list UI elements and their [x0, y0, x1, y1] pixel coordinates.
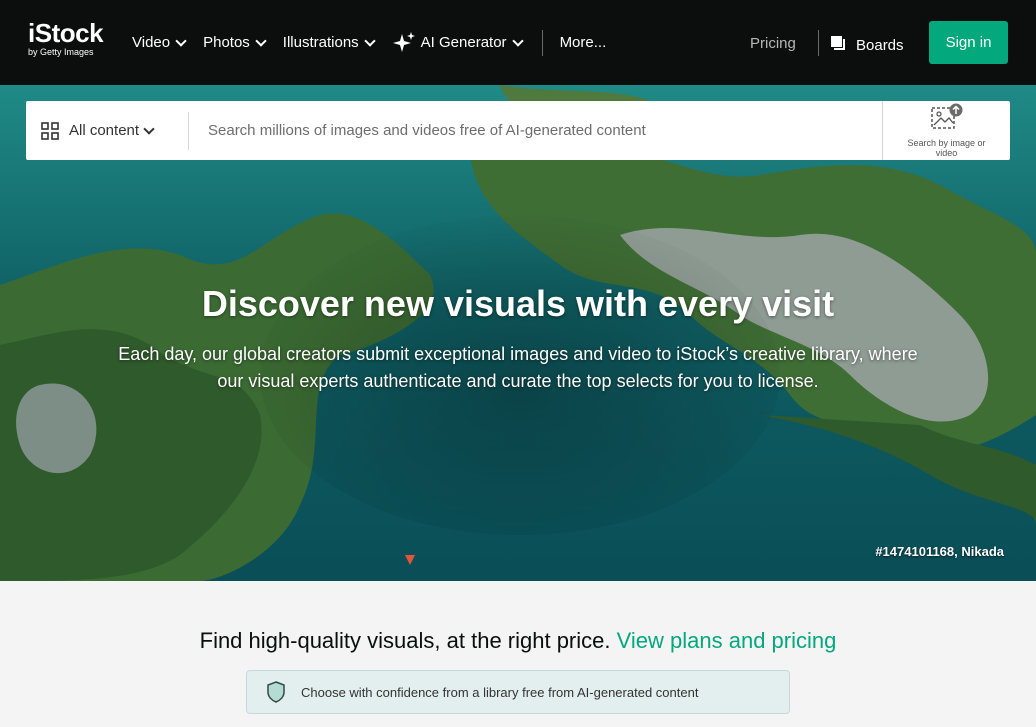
- ai-free-notice: Choose with confidence from a library fr…: [246, 670, 790, 714]
- shield-icon: [266, 681, 286, 703]
- nav-more[interactable]: More...: [560, 34, 607, 51]
- pricing-banner: Find high-quality visuals, at the right …: [0, 628, 1036, 654]
- content-filter-label: All content: [69, 122, 140, 139]
- sign-in-button[interactable]: Sign in: [929, 21, 1008, 64]
- boards-icon: [830, 35, 846, 55]
- nav-illustrations-label: Illustrations: [282, 34, 359, 51]
- header-divider: [818, 30, 819, 56]
- image-search-icon: [930, 103, 964, 136]
- nav-photos[interactable]: Photos: [203, 34, 267, 51]
- boards-label: Boards: [856, 36, 904, 54]
- nav-divider: [541, 29, 543, 56]
- nav-video[interactable]: Video: [132, 34, 187, 51]
- main-nav: Video Photos Illustrations AI Generator …: [132, 0, 624, 85]
- chevron-down-icon: [255, 34, 267, 47]
- hero-description: Each day, our global creators submit exc…: [118, 344, 918, 391]
- logo-subtitle: by Getty Images: [28, 47, 94, 57]
- sparkle-icon: [392, 31, 416, 55]
- ai-free-notice-text: Choose with confidence from a library fr…: [301, 684, 699, 700]
- boards-link[interactable]: Boards: [830, 35, 904, 55]
- image-credit[interactable]: #1474101168, Nikada: [875, 544, 1004, 559]
- view-plans-link[interactable]: View plans and pricing: [617, 628, 837, 653]
- nav-more-label: More...: [559, 34, 607, 51]
- istock-logo[interactable]: iStock by Getty Images: [28, 18, 104, 57]
- nav-photos-label: Photos: [203, 34, 250, 51]
- search-by-image-label: Search by image or video: [907, 138, 986, 158]
- grid-icon: [41, 121, 59, 140]
- hero-title: Discover new visuals with every visit: [201, 283, 835, 324]
- search-input[interactable]: [189, 101, 882, 160]
- search-bar: All content Search by image or video: [26, 101, 1010, 160]
- chevron-down-icon: [364, 34, 376, 47]
- nav-ai-generator[interactable]: AI Generator: [392, 31, 524, 55]
- chevron-down-icon: [143, 122, 155, 135]
- pricing-banner-text: Find high-quality visuals, at the right …: [199, 628, 611, 653]
- chevron-down-icon: [511, 34, 524, 47]
- nav-video-label: Video: [132, 34, 171, 51]
- logo-wordmark: iStock: [28, 18, 104, 48]
- top-navigation-bar: iStock by Getty Images Video Photos Illu…: [0, 0, 1036, 85]
- nav-ai-generator-label: AI Generator: [420, 34, 507, 51]
- chevron-down-icon: [175, 34, 187, 47]
- pricing-link[interactable]: Pricing: [750, 35, 796, 52]
- hero-section: All content Search by image or video Dis…: [0, 85, 1036, 581]
- content-filter-dropdown[interactable]: All content: [26, 101, 188, 160]
- nav-illustrations[interactable]: Illustrations: [282, 34, 376, 51]
- search-by-image-button[interactable]: Search by image or video: [882, 101, 1010, 160]
